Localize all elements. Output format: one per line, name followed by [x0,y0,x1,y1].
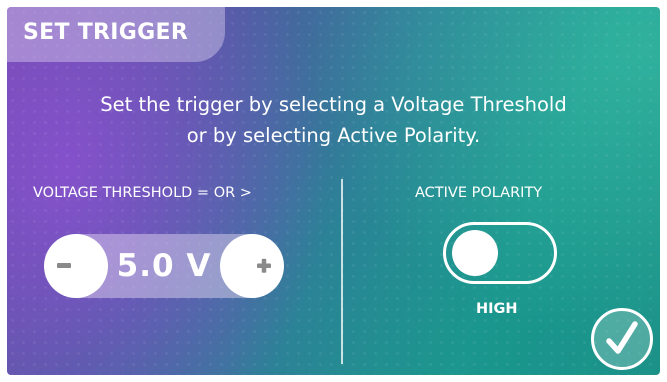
instruction-text: Set the trigger by selecting a Voltage T… [27,89,640,151]
toggle-knob [452,230,498,276]
active-polarity-label: ACTIVE POLARITY [415,185,543,201]
page-title: SET TRIGGER [23,20,189,45]
minus-icon [57,263,71,268]
plus-icon [257,258,271,273]
section-divider [341,179,343,364]
set-trigger-screen: SET TRIGGER Set the trigger by selecting… [7,7,660,375]
voltage-stepper: 5.0 V [44,234,284,298]
increment-button[interactable] [220,234,284,298]
title-tab: SET TRIGGER [7,7,225,62]
polarity-toggle[interactable] [443,222,557,284]
instruction-line-2: or by selecting Active Polarity. [186,124,481,147]
checkmark-icon [606,321,638,354]
decrement-button[interactable] [44,234,108,298]
voltage-threshold-label: VOLTAGE THRESHOLD = OR > [33,185,252,201]
confirm-button[interactable] [591,308,653,370]
polarity-state-label: HIGH [476,301,518,317]
instruction-line-1: Set the trigger by selecting a Voltage T… [100,93,567,116]
